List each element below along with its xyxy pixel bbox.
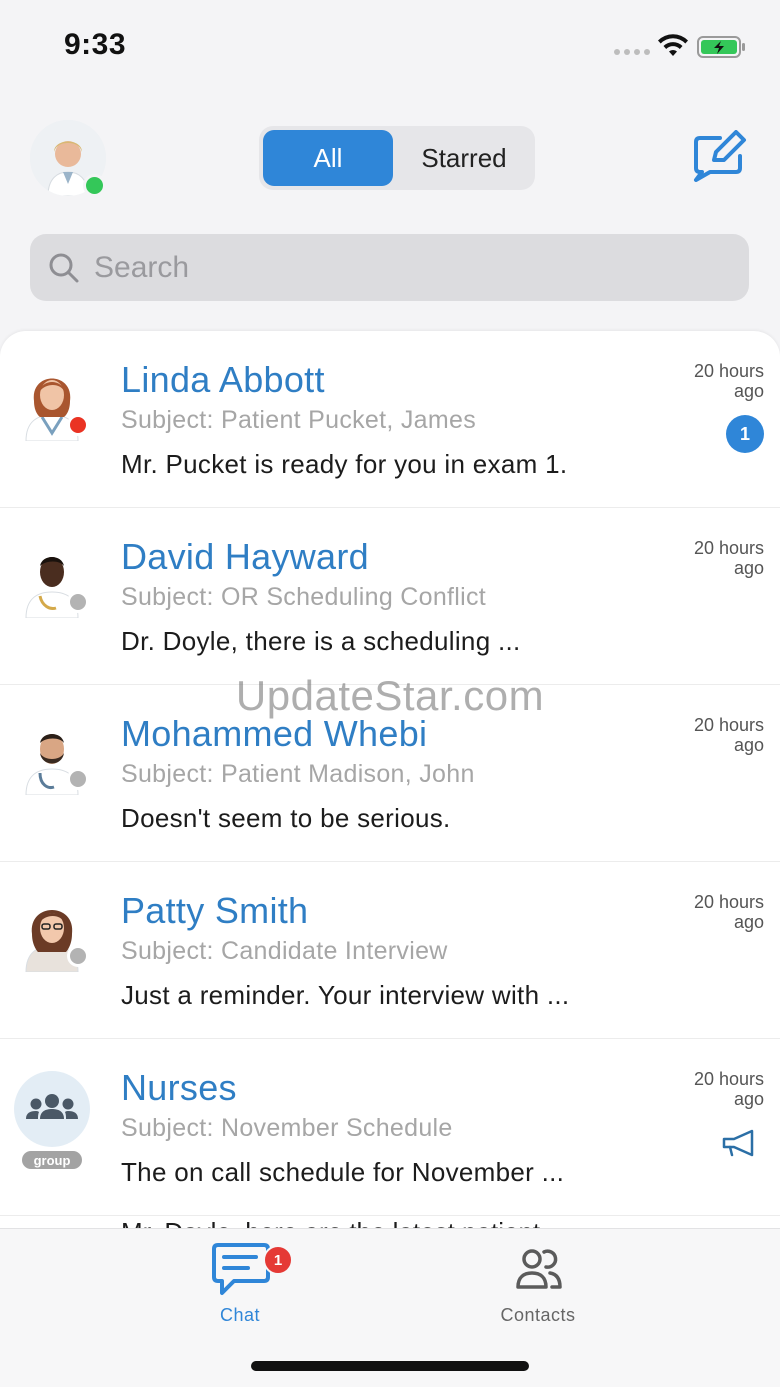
conversation-row[interactable]: group Nurses Subject: November Schedule … (0, 1039, 780, 1216)
message-preview: Doesn't seem to be serious. (121, 803, 451, 833)
message-time: 20 hours ago (693, 715, 764, 755)
tab-contacts[interactable]: Contacts (458, 1241, 618, 1331)
contact-name: Nurses (121, 1067, 237, 1108)
offline-status-dot (67, 768, 89, 790)
message-subject: Subject: Patient Pucket, James (121, 406, 477, 434)
conversation-list: Linda Abbott Subject: Patient Pucket, Ja… (0, 331, 780, 1228)
segment-all[interactable]: All (263, 130, 393, 186)
unread-badge: 1 (726, 415, 764, 453)
contact-name: Patty Smith (121, 890, 309, 931)
message-preview: Just a reminder. Your interview with ... (121, 980, 570, 1010)
offline-status-dot (67, 945, 89, 967)
status-time: 9:33 (64, 28, 127, 61)
group-icon (26, 1094, 78, 1119)
chat-icon (212, 1243, 270, 1295)
message-time: 20 hours ago (693, 1069, 764, 1109)
busy-status-dot (67, 414, 89, 436)
message-preview: Dr. Doyle, there is a scheduling ... (121, 626, 521, 656)
message-preview: The on call schedule for November ... (121, 1157, 565, 1187)
message-subject: Subject: November Schedule (121, 1114, 453, 1142)
signal-icon (614, 49, 650, 55)
partial-message-preview: Mr. Doyle, here are the latest patient (121, 1217, 540, 1228)
contacts-icon (516, 1249, 562, 1289)
compose-icon[interactable] (692, 130, 748, 182)
group-avatar (14, 1071, 90, 1147)
megaphone-icon (722, 1129, 754, 1157)
tab-chat[interactable]: 1 Chat (160, 1241, 320, 1331)
message-subject: Subject: Candidate Interview (121, 937, 448, 965)
conversation-row[interactable]: Linda Abbott Subject: Patient Pucket, Ja… (0, 331, 780, 508)
tab-contacts-label: Contacts (500, 1305, 576, 1325)
watermark: UpdateStar.com (235, 672, 545, 719)
filter-segmented-control: All Starred (259, 126, 535, 190)
message-preview: Mr. Pucket is ready for you in exam 1. (121, 449, 568, 479)
chat-unread-badge: 1 (263, 1245, 293, 1275)
message-subject: Subject: Patient Madison, John (121, 760, 475, 788)
message-time: 20 hours ago (693, 361, 764, 401)
conversation-row[interactable]: David Hayward Subject: OR Scheduling Con… (0, 508, 780, 685)
contact-name: David Hayward (121, 536, 369, 577)
segment-starred[interactable]: Starred (397, 130, 531, 186)
wifi-icon (658, 34, 688, 56)
message-time: 20 hours ago (693, 892, 764, 932)
search-icon (49, 253, 79, 283)
group-tag: group (22, 1151, 82, 1169)
status-bar: 9:33 (0, 0, 780, 90)
message-subject: Subject: OR Scheduling Conflict (121, 583, 487, 611)
contact-name: Linda Abbott (121, 359, 325, 400)
search-input[interactable] (94, 234, 734, 301)
battery-icon (697, 36, 745, 58)
home-indicator (251, 1361, 529, 1371)
offline-status-dot (67, 591, 89, 613)
tab-chat-label: Chat (219, 1305, 261, 1325)
conversation-row[interactable]: Patty Smith Subject: Candidate Interview… (0, 862, 780, 1039)
online-status-dot (83, 174, 106, 197)
search-bar[interactable] (30, 234, 749, 301)
message-time: 20 hours ago (693, 538, 764, 578)
